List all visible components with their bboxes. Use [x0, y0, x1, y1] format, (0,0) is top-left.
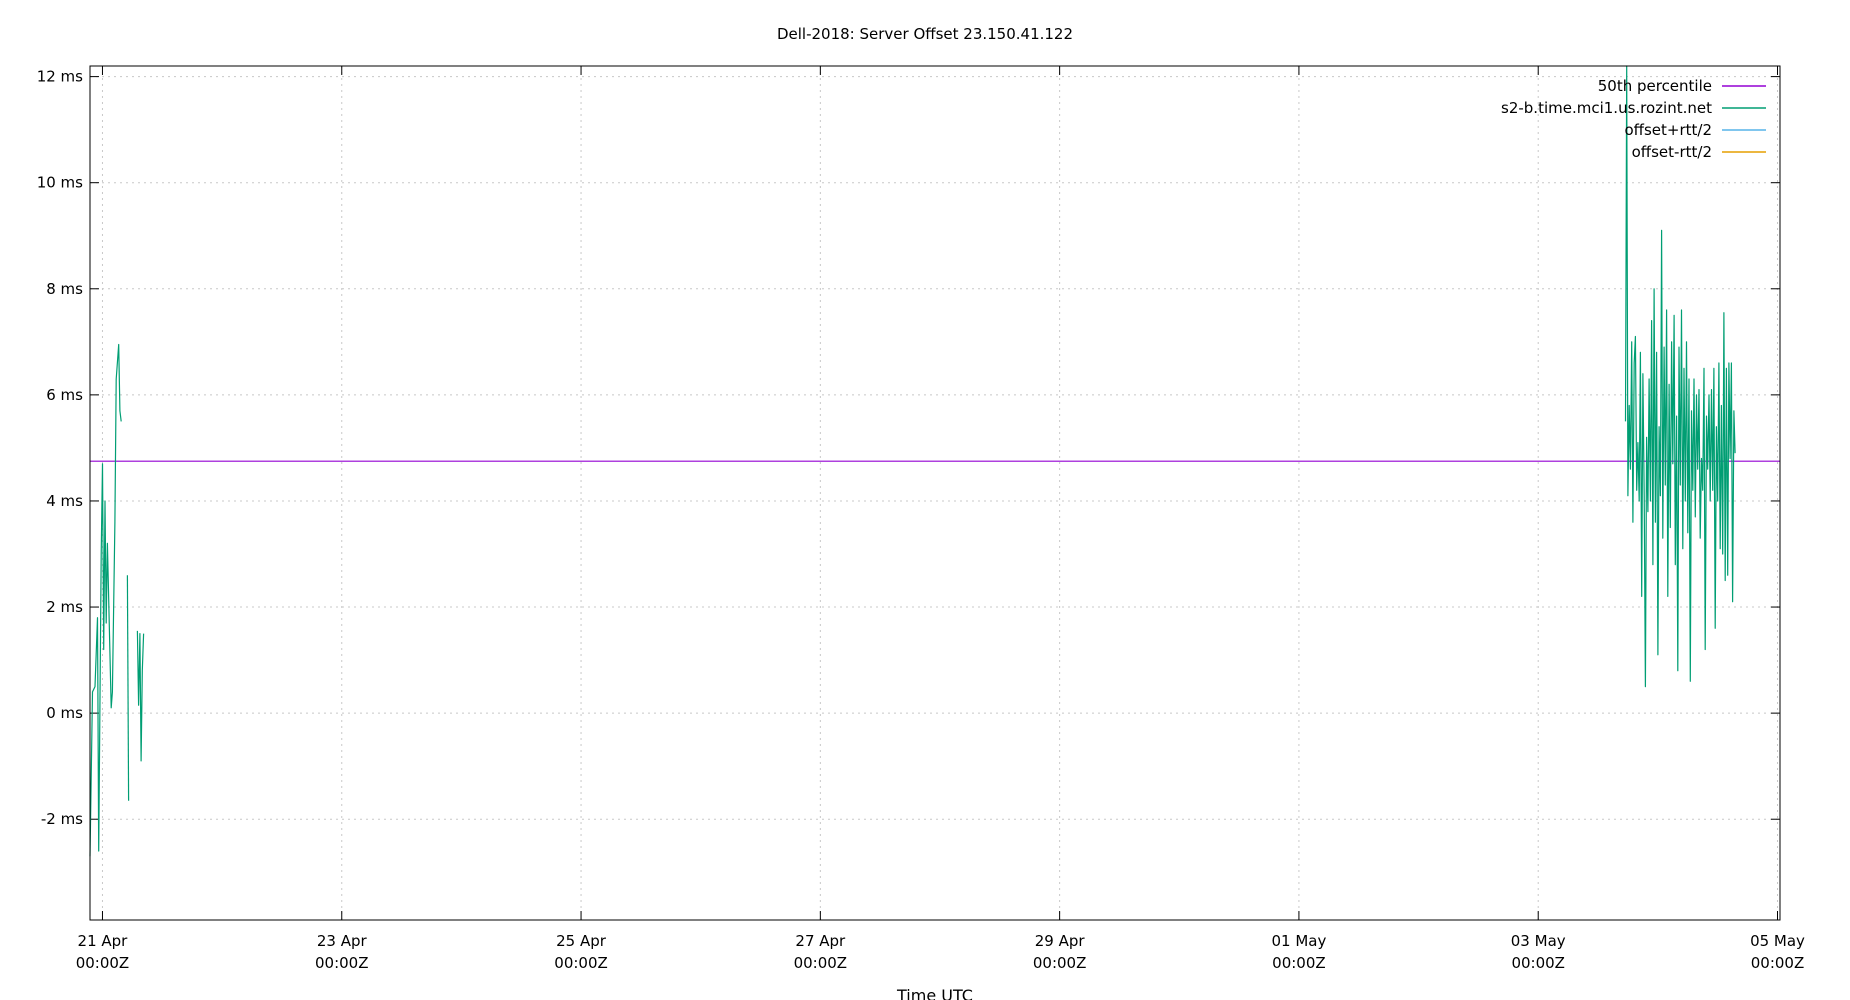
x-tick-label-date: 27 Apr — [795, 932, 846, 950]
y-tick-label: 2 ms — [46, 598, 83, 616]
x-tick-label-date: 01 May — [1271, 932, 1326, 950]
y-tick-label: 12 ms — [37, 68, 83, 86]
legend-label: s2-b.time.mci1.us.rozint.net — [1501, 99, 1712, 117]
y-tick-label: 4 ms — [46, 492, 83, 510]
x-tick-label-date: 23 Apr — [317, 932, 368, 950]
x-tick-label-time: 00:00Z — [1751, 954, 1805, 972]
y-tick-label: 0 ms — [46, 704, 83, 722]
x-tick-label-time: 00:00Z — [1511, 954, 1565, 972]
x-tick-label-time: 00:00Z — [794, 954, 848, 972]
x-tick-label-date: 29 Apr — [1035, 932, 1086, 950]
x-tick-label-date: 05 May — [1750, 932, 1805, 950]
x-axis-label: Time UTC — [896, 986, 973, 1000]
legend: 50th percentile s2-b.time.mci1.us.rozint.… — [1501, 77, 1766, 161]
axes: 12 ms 10 ms 8 ms 6 ms 4 ms 2 ms 0 ms -2 ms 21 Ap… — [37, 66, 1805, 972]
y-tick-label: -2 ms — [41, 810, 83, 828]
x-tick-label-time: 00:00Z — [315, 954, 369, 972]
legend-label: 50th percentile — [1598, 77, 1712, 95]
chart: Dell-2018: Server Offset 23.150.41.122 1… — [37, 25, 1805, 1000]
grid — [90, 66, 1780, 920]
series-line-segment — [136, 630, 145, 762]
plot-area — [89, 65, 1780, 857]
x-tick-label-time: 00:00Z — [1272, 954, 1326, 972]
chart-title: Dell-2018: Server Offset 23.150.41.122 — [777, 25, 1073, 43]
x-tick-label-date: 03 May — [1511, 932, 1566, 950]
series-line-segment — [89, 343, 122, 857]
x-tick-label-date: 25 Apr — [556, 932, 607, 950]
series-line-segment — [126, 575, 130, 801]
plot-frame — [89, 65, 1781, 921]
y-tick-label: 6 ms — [46, 386, 83, 404]
x-tick-label-time: 00:00Z — [554, 954, 608, 972]
x-tick-label-date: 21 Apr — [78, 932, 129, 950]
x-tick-label-time: 00:00Z — [1033, 954, 1087, 972]
legend-label: offset-rtt/2 — [1632, 143, 1712, 161]
legend-label: offset+rtt/2 — [1624, 121, 1712, 139]
y-tick-label: 8 ms — [46, 280, 83, 298]
x-tick-label-time: 00:00Z — [76, 954, 130, 972]
y-tick-label: 10 ms — [37, 174, 83, 192]
